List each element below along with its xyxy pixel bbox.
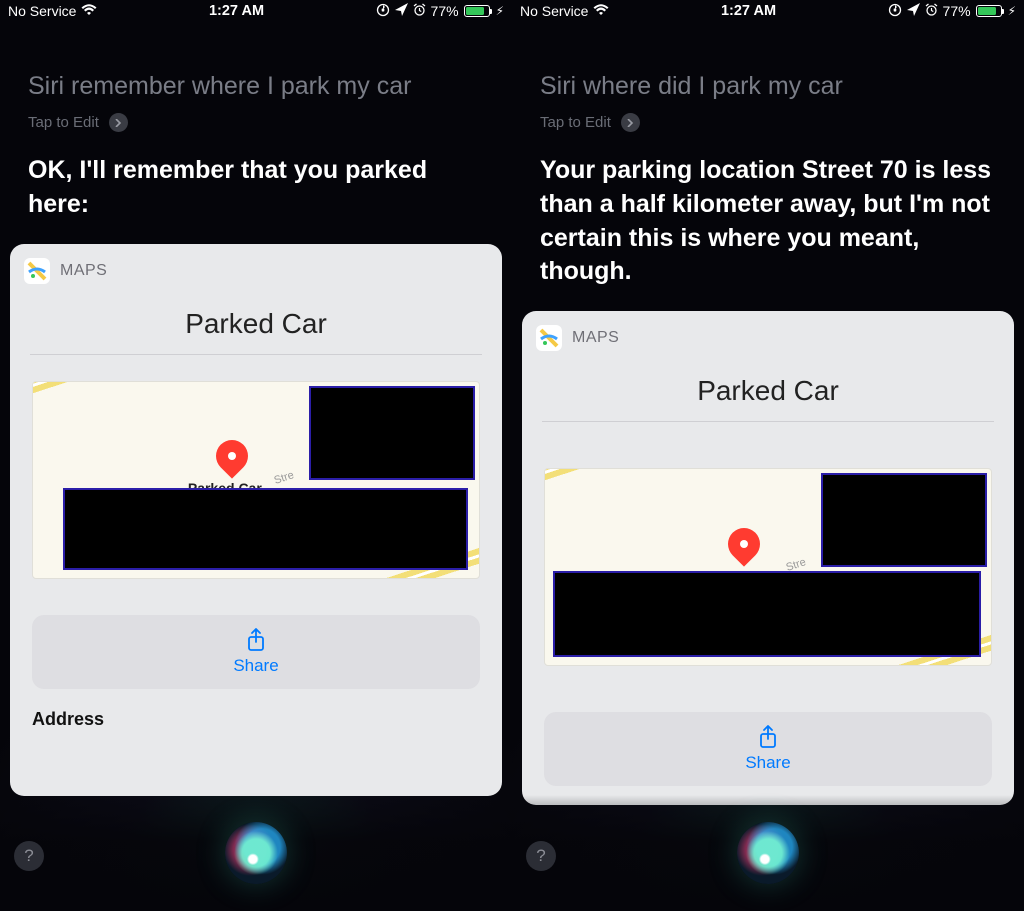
rotation-lock-icon xyxy=(888,3,902,20)
redacted-block xyxy=(821,473,987,567)
maps-card: MAPS Parked Car Parked Car Stre Share Ad… xyxy=(10,244,502,796)
carrier-text: No Service xyxy=(8,3,76,19)
chevron-right-icon xyxy=(621,113,640,132)
siri-bottom-bar: ? xyxy=(512,795,1024,911)
redacted-block xyxy=(309,386,475,480)
location-arrow-icon xyxy=(907,3,920,19)
parked-car-pin: Parked Car xyxy=(216,440,248,472)
maps-app-icon xyxy=(24,258,50,284)
siri-orb-icon[interactable] xyxy=(225,822,287,884)
card-title: Parked Car xyxy=(10,294,502,354)
parked-car-pin: Parked Car xyxy=(728,528,760,560)
map-snapshot[interactable]: Parked Car Stre xyxy=(32,381,480,579)
battery-icon xyxy=(464,5,490,17)
siri-response-text: Your parking location Street 70 is less … xyxy=(512,132,1024,289)
share-icon xyxy=(758,725,778,753)
tap-to-edit[interactable]: Tap to Edit xyxy=(28,113,484,132)
battery-pct: 77% xyxy=(431,3,459,19)
carrier-text: No Service xyxy=(520,3,588,19)
redacted-block xyxy=(553,571,981,657)
charging-bolt-icon: ⚡︎ xyxy=(496,4,504,18)
tap-to-edit-label: Tap to Edit xyxy=(28,114,99,131)
share-button[interactable]: Share xyxy=(544,712,992,786)
tap-to-edit[interactable]: Tap to Edit xyxy=(540,113,996,132)
divider xyxy=(542,421,994,422)
card-app-label: MAPS xyxy=(60,262,107,280)
redacted-block xyxy=(63,488,468,570)
divider xyxy=(30,354,482,355)
share-label: Share xyxy=(233,656,278,676)
status-bar: No Service 1:27 AM 77% ⚡︎ xyxy=(0,0,512,22)
wifi-icon xyxy=(593,3,609,19)
siri-response-text: OK, I'll remember that you parked here: xyxy=(0,132,512,222)
help-button[interactable]: ? xyxy=(526,841,556,871)
battery-icon xyxy=(976,5,1002,17)
maps-card: MAPS Parked Car Parked Car Stre Share xyxy=(522,311,1014,805)
chevron-right-icon xyxy=(109,113,128,132)
maps-app-icon xyxy=(536,325,562,351)
siri-query-text: Siri where did I park my car xyxy=(540,72,996,101)
wifi-icon xyxy=(81,3,97,19)
rotation-lock-icon xyxy=(376,3,390,20)
alarm-clock-icon xyxy=(925,3,938,19)
siri-bottom-bar: ? xyxy=(0,795,512,911)
siri-orb-icon[interactable] xyxy=(737,822,799,884)
share-icon xyxy=(246,628,266,656)
alarm-clock-icon xyxy=(413,3,426,19)
status-bar: No Service 1:27 AM 77% ⚡︎ xyxy=(512,0,1024,22)
street-label-fragment: Stre xyxy=(272,469,295,487)
battery-pct: 77% xyxy=(943,3,971,19)
help-button[interactable]: ? xyxy=(14,841,44,871)
share-button[interactable]: Share xyxy=(32,615,480,689)
address-section-label: Address xyxy=(10,709,502,740)
map-snapshot[interactable]: Parked Car Stre xyxy=(544,468,992,666)
share-label: Share xyxy=(745,753,790,773)
location-arrow-icon xyxy=(395,3,408,19)
charging-bolt-icon: ⚡︎ xyxy=(1008,4,1016,18)
card-title: Parked Car xyxy=(522,361,1014,421)
card-app-label: MAPS xyxy=(572,329,619,347)
siri-screen-where: No Service 1:27 AM 77% ⚡︎ Siri where did… xyxy=(512,0,1024,911)
status-time: 1:27 AM xyxy=(721,3,776,19)
tap-to-edit-label: Tap to Edit xyxy=(540,114,611,131)
siri-screen-remember: No Service 1:27 AM 77% ⚡︎ Siri remember … xyxy=(0,0,512,911)
siri-query-text: Siri remember where I park my car xyxy=(28,72,484,101)
status-time: 1:27 AM xyxy=(209,3,264,19)
